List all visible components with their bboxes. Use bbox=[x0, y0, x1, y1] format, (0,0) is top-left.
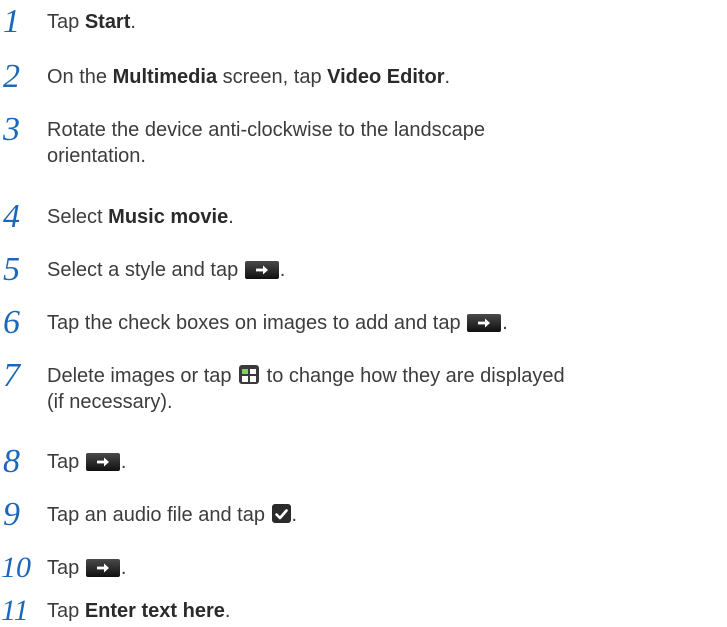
step-number: 5 bbox=[3, 251, 20, 288]
step-text-line2: orientation. bbox=[47, 145, 146, 167]
step-text-line1: Delete images or tap to change how they … bbox=[47, 365, 565, 387]
step-number: 4 bbox=[3, 198, 20, 235]
step-number: 6 bbox=[3, 304, 20, 341]
step-text: Select a style and tap . bbox=[47, 259, 286, 281]
step-text: Tap . bbox=[47, 451, 127, 473]
next-arrow-icon bbox=[467, 314, 502, 332]
step-text-line2: (if necessary). bbox=[47, 391, 173, 413]
step-text: Tap an audio file and tap . bbox=[47, 504, 298, 526]
step-number: 8 bbox=[3, 443, 20, 480]
step-text: Tap Enter text here. bbox=[47, 600, 231, 622]
step-text: Tap Start. bbox=[47, 11, 136, 33]
step-number: 2 bbox=[3, 58, 20, 95]
next-arrow-icon bbox=[85, 559, 120, 577]
step-number: 9 bbox=[3, 496, 20, 533]
step-text: On the Multimedia screen, tap Video Edit… bbox=[47, 66, 451, 88]
next-arrow-icon bbox=[244, 261, 279, 279]
step-text: Tap . bbox=[47, 557, 127, 579]
next-arrow-icon bbox=[85, 453, 120, 471]
step-text: Select Music movie. bbox=[47, 206, 234, 228]
step-number: 7 bbox=[3, 357, 20, 394]
step-number: 3 bbox=[3, 111, 20, 148]
step-text: Tap the check boxes on images to add and… bbox=[47, 312, 508, 334]
step-number: 11 bbox=[1, 594, 29, 627]
checkmark-icon bbox=[271, 504, 291, 523]
display-mode-icon bbox=[239, 365, 260, 384]
step-text-line1: Rotate the device anti-clockwise to the … bbox=[47, 119, 486, 141]
step-number: 10 bbox=[1, 551, 31, 584]
step-number: 1 bbox=[3, 3, 20, 40]
